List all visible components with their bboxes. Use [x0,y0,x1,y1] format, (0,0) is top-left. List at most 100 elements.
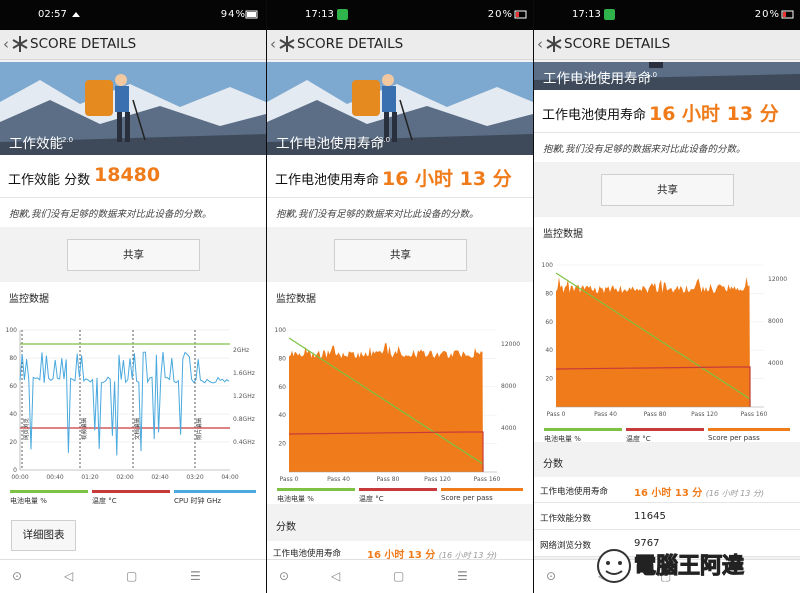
y-tick-label: 0 [13,467,17,474]
y2-tick-label: 0.8GHz [233,416,255,423]
notification-icon [604,9,615,20]
home-square-icon[interactable]: ▢ [393,569,404,583]
status-battery: 94% [220,9,246,20]
apology-text: 抱歉,我们没有足够的数据来对比此设备的分数。 [9,209,212,220]
scores-title: 分数 [543,459,563,470]
back-triangle-icon[interactable]: ◁ [331,569,340,583]
hero-version: 1.0 [646,71,658,79]
hero-banner: 工作电池使用寿命 1.0 [534,62,800,90]
phone-screen-battery-scrolled: 17:13 20% ‹ SCORE DETAILS 工作电池使用寿命 1.0 工… [534,0,800,593]
kocpc-watermark-logo: 電腦王阿達 http://www.kocpc.com.tw [597,549,753,588]
score-value: 16 小时 13 分 [649,103,779,125]
y2-tick-label: 8000 [768,318,783,325]
row-value: 11645 [634,511,666,522]
app-title: SCORE DETAILS [297,36,404,52]
phone-screen-battery: 17:13 20% ‹ SCORE DETAILS 工作电池使用寿命 2.0 工… [267,0,533,593]
legend-temperature: 温度 °C [92,497,117,505]
x-tick-label: Pass 0 [546,411,565,418]
battery-icon [245,8,258,21]
legend-battery: 电池电量 % [10,497,47,505]
snowflake-icon [546,36,562,52]
y-tick-label: 100 [542,262,554,269]
legend-cpu: CPU 时钟 GHz [174,497,222,505]
monitor-title: 监控数据 [9,294,49,305]
y-tick-label: 20 [545,376,553,383]
status-bar: 17:13 20% [534,0,800,30]
score-value: 16 小时 13 分 [382,168,512,190]
y-tick-label: 100 [6,327,18,334]
y2-tick-label: 8000 [501,383,516,390]
y2-tick-label: 0.4GHz [233,439,255,446]
x-tick-label: Pass 40 [327,476,350,483]
x-tick-label: Pass 120 [691,411,718,418]
notification-icon [337,9,348,20]
hero-banner: 工作电池使用寿命 2.0 [267,62,533,155]
x-tick-label: Pass 120 [424,476,451,483]
status-time: 17:13 [572,9,601,20]
back-triangle-icon[interactable]: ◁ [64,569,73,583]
score-area [556,277,750,407]
y-tick-label: 40 [9,411,17,418]
score-label: 工作效能 分数 [8,173,91,188]
share-button[interactable]: 共享 [601,174,734,206]
y-tick-label: 100 [275,327,287,334]
score-area [289,343,483,472]
section-label: 网页浏览 [22,417,30,440]
y2-tick-label: 12000 [501,341,520,348]
status-bar: 02:57 94% [0,0,266,30]
table-row: 工作效能分数 11645 [534,504,800,530]
cloud-icon [70,8,83,21]
x-tick-label: 04:00 [221,474,238,481]
svg-text:http://www.kocpc.com.tw: http://www.kocpc.com.tw [664,580,753,588]
x-tick-label: Pass 0 [279,476,298,483]
x-tick-label: 00:00 [11,474,28,481]
legend-temperature: 温度 °C [359,495,384,503]
y-tick-label: 40 [545,347,553,354]
svg-text:電腦王阿達: 電腦王阿達 [634,553,744,579]
monitor-chart: 100 80 60 40 20 0 2GHz 1.6GHz 1.2GHz 0.8GHz 0.4GHz… [6,327,255,481]
row-value-sub: (16 小时 13 分) [705,489,764,498]
status-time: 17:13 [305,9,334,20]
chevron-left-icon[interactable]: ‹ [537,35,543,53]
circle-icon[interactable]: ⊙ [279,569,289,583]
score-row: 工作电池使用寿命 16 小时 13 分 [267,155,533,197]
menu-lines-icon[interactable]: ☰ [457,569,468,583]
x-tick-label: Pass 160 [474,476,501,483]
y-tick-label: 40 [278,412,286,419]
chevron-left-icon[interactable]: ‹ [270,35,276,53]
phone-screen-performance: 02:57 94% ‹ SCORE DETAILS 工作效能 2.0 工作效能 … [0,0,266,593]
legend-score: Score per pass [441,494,493,502]
circle-icon[interactable]: ⊙ [546,569,556,583]
apology-note: 抱歉,我们没有足够的数据来对比此设备的分数。 [534,132,800,162]
y2-tick-label: 4000 [768,360,783,367]
y-tick-label: 80 [278,355,286,362]
x-tick-label: 01:20 [81,474,98,481]
chevron-left-icon[interactable]: ‹ [3,35,9,53]
y2-tick-label: 2GHz [233,347,249,354]
y-tick-label: 20 [278,441,286,448]
row-value: 16 小时 13 分 (16 小时 13 分) [634,484,764,499]
y2-tick-label: 1.6GHz [233,370,255,377]
hero-title: 工作电池使用寿命 [543,71,651,87]
battery-low-icon [514,8,527,21]
y2-tick-label: 1.2GHz [233,393,255,400]
scores-table: 工作电池使用寿命 16 小时 13 分 (16 小时 13 分) [267,541,533,567]
y-tick-label: 80 [545,290,553,297]
apology-text: 抱歉,我们没有足够的数据来对比此设备的分数。 [276,209,479,220]
hero-version: 2.0 [62,136,74,144]
home-square-icon[interactable]: ▢ [126,569,137,583]
circle-icon[interactable]: ⊙ [12,569,22,583]
monitor-title: 监控数据 [276,294,316,305]
nav-bar: ⊙ ◁ ▢ ☰ [0,559,266,593]
legend-battery: 电池电量 % [277,495,314,503]
score-row: 工作效能 分数 18480 [0,155,266,197]
menu-lines-icon[interactable]: ☰ [190,569,201,583]
x-tick-label: Pass 40 [594,411,617,418]
monitor-panel: 监控数据 100 80 60 40 20 12000 8000 4000 Pass 0 Pass … [267,282,533,504]
status-time: 02:57 [38,9,67,20]
apology-note: 抱歉,我们没有足够的数据来对比此设备的分数。 [267,197,533,227]
share-button[interactable]: 共享 [67,239,200,271]
detail-chart-button[interactable]: 详细图表 [11,520,76,551]
share-button[interactable]: 共享 [334,239,467,271]
x-tick-label: 00:40 [46,474,63,481]
